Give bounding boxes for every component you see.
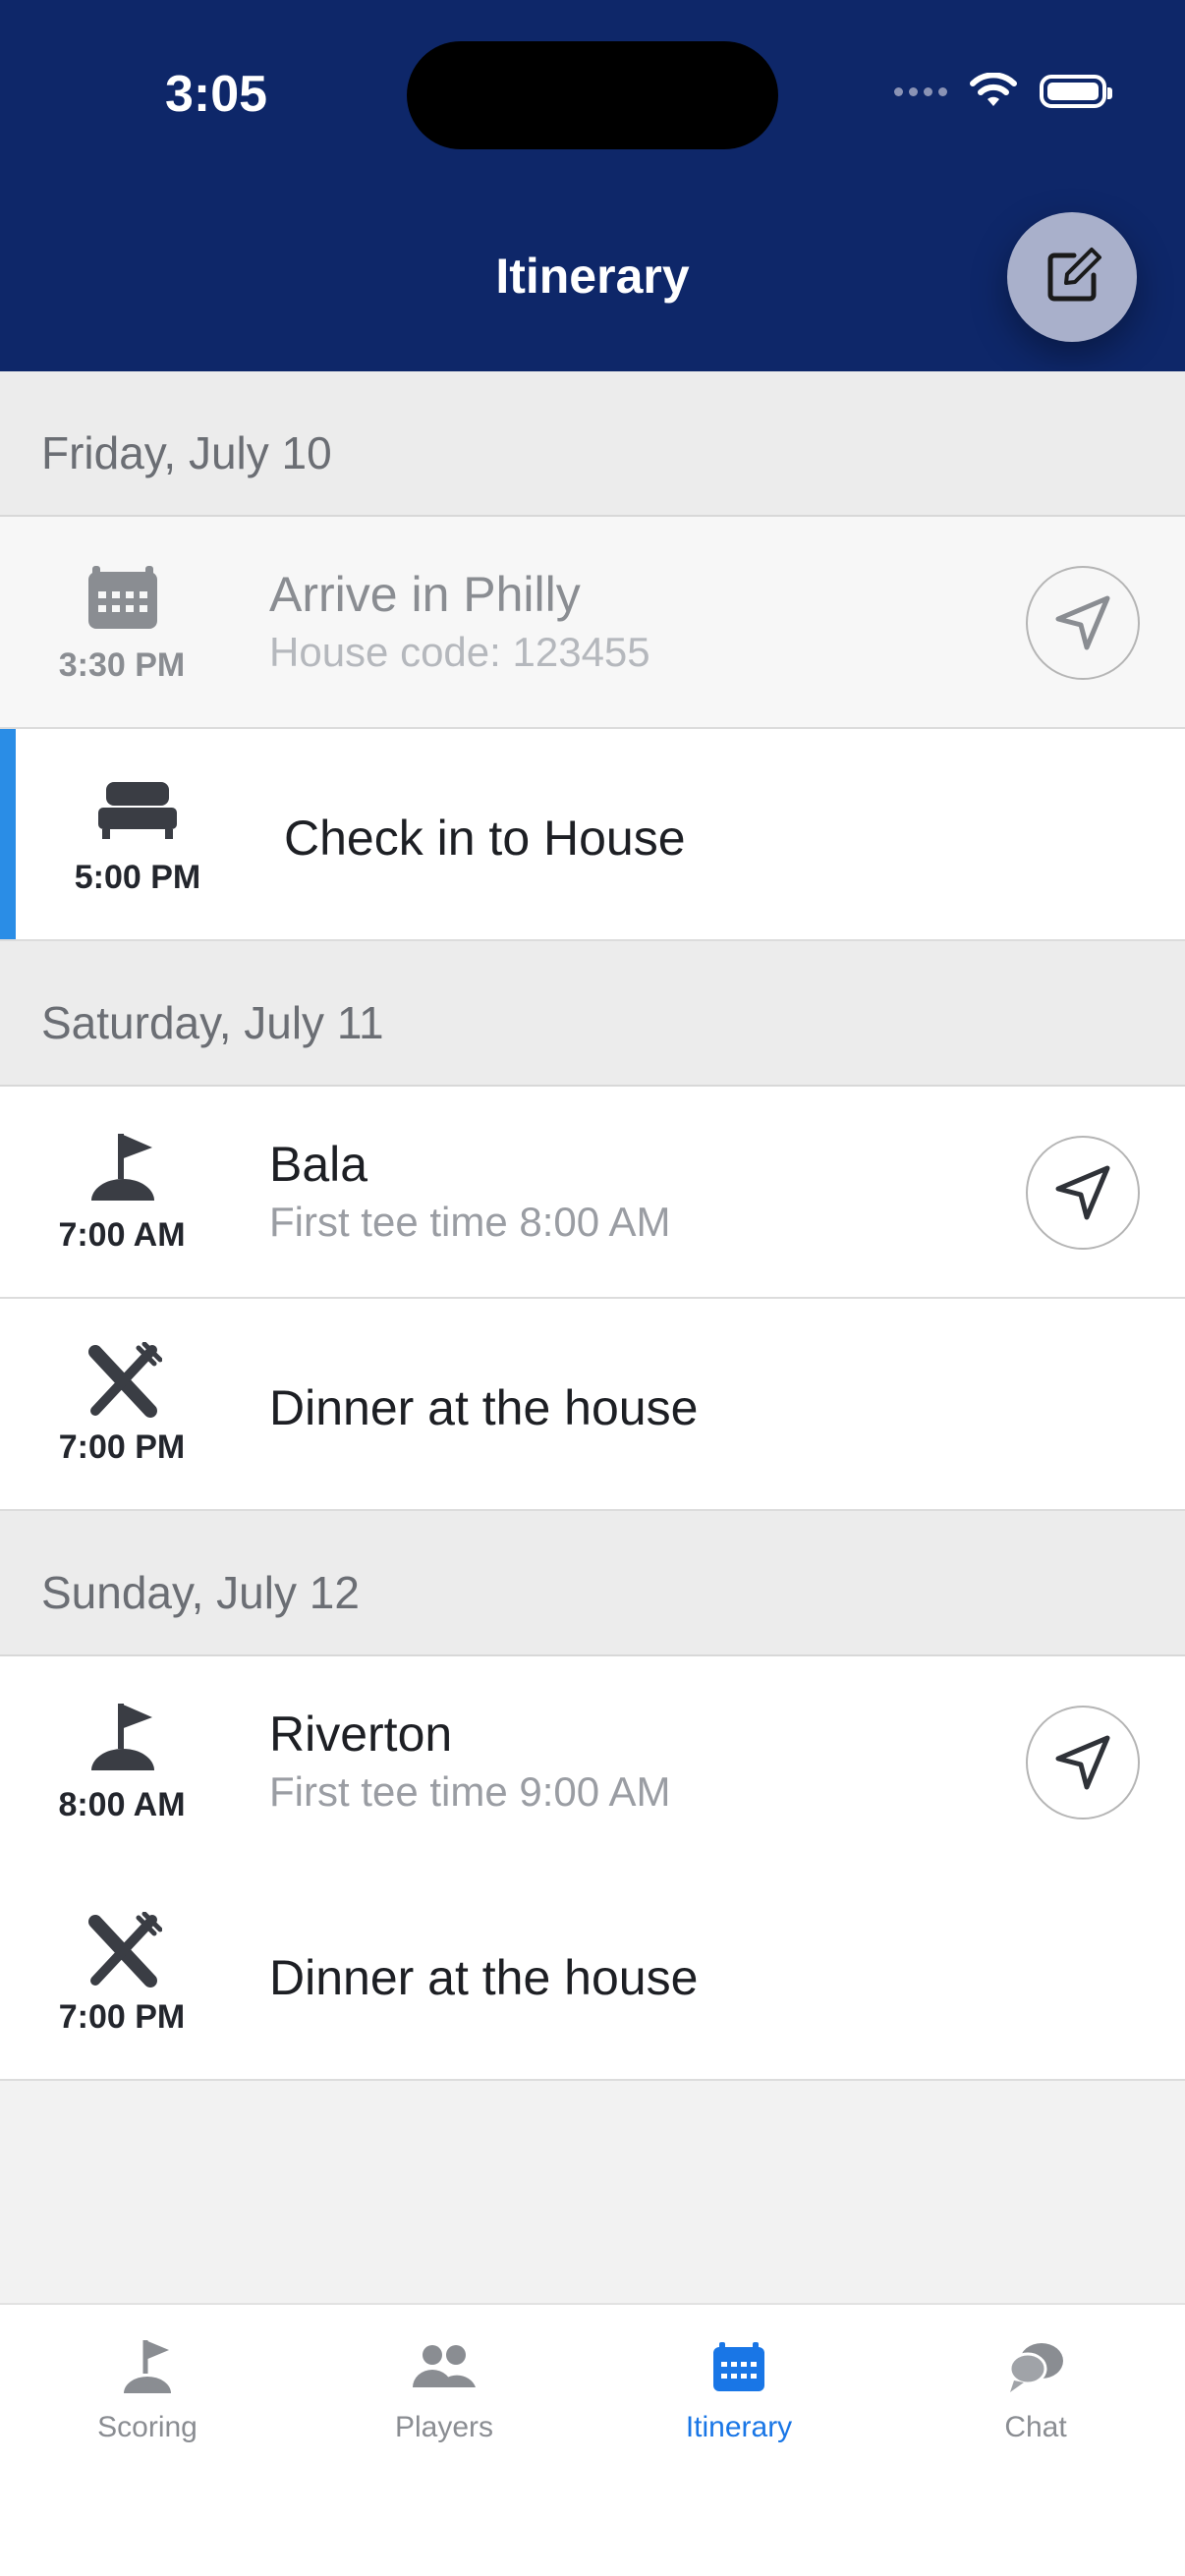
current-item-indicator bbox=[0, 729, 16, 939]
item-time: 8:00 AM bbox=[58, 1786, 186, 1823]
tab-label: Itinerary bbox=[685, 2411, 793, 2443]
item-title: Dinner at the house bbox=[269, 1380, 699, 1435]
item-title: Arrive in Philly bbox=[269, 567, 581, 622]
item-title: Dinner at the house bbox=[269, 1950, 699, 2005]
navigation-arrow-icon bbox=[1055, 1165, 1110, 1220]
dynamic-island bbox=[407, 41, 778, 149]
itinerary-item[interactable]: 7:00 PM Dinner at the house bbox=[0, 1299, 1185, 1511]
bed-icon bbox=[93, 772, 182, 851]
item-title: Riverton bbox=[269, 1707, 453, 1762]
section-header-friday: Friday, July 10 bbox=[0, 371, 1185, 517]
itinerary-item[interactable]: 8:00 AM Riverton First tee time 9:00 AM bbox=[0, 1656, 1185, 1869]
calendar-icon bbox=[79, 560, 167, 639]
section-date: Saturday, July 11 bbox=[41, 997, 384, 1048]
itinerary-item[interactable]: 7:00 AM Bala First tee time 8:00 AM bbox=[0, 1087, 1185, 1299]
item-time: 7:00 PM bbox=[58, 1428, 186, 1466]
item-title: Check in to House bbox=[284, 811, 686, 866]
item-time: 7:00 AM bbox=[58, 1216, 186, 1254]
section-date: Sunday, July 12 bbox=[41, 1567, 360, 1618]
tab-label: Scoring bbox=[97, 2411, 198, 2443]
golf-flag-icon bbox=[79, 1700, 167, 1778]
section-header-sunday: Sunday, July 12 bbox=[0, 1511, 1185, 1656]
utensils-icon bbox=[79, 1912, 167, 1990]
golf-flag-icon bbox=[29, 2332, 265, 2401]
item-subtitle: First tee time 8:00 AM bbox=[269, 1199, 671, 1245]
navigation-arrow-icon bbox=[1055, 1735, 1110, 1790]
itinerary-item[interactable]: 5:00 PM Check in to House bbox=[0, 729, 1185, 941]
calendar-icon bbox=[621, 2332, 857, 2401]
tab-label: Players bbox=[394, 2411, 494, 2443]
itinerary-item[interactable]: 7:00 PM Dinner at the house bbox=[0, 1869, 1185, 2081]
tab-players[interactable]: Players bbox=[326, 2332, 562, 2444]
edit-icon bbox=[1047, 248, 1101, 302]
navigation-arrow-icon bbox=[1055, 595, 1110, 650]
status-time: 3:05 bbox=[165, 66, 268, 123]
battery-icon bbox=[1040, 75, 1112, 108]
status-icons bbox=[894, 73, 1112, 110]
tab-chat[interactable]: Chat bbox=[918, 2332, 1154, 2444]
directions-button[interactable] bbox=[1026, 1136, 1140, 1250]
section-date: Friday, July 10 bbox=[41, 427, 332, 478]
item-subtitle: House code: 123455 bbox=[269, 629, 650, 675]
tab-scoring[interactable]: Scoring bbox=[29, 2332, 265, 2444]
edit-button[interactable] bbox=[1007, 212, 1137, 342]
item-subtitle: First tee time 9:00 AM bbox=[269, 1768, 671, 1815]
tab-label: Chat bbox=[1004, 2411, 1067, 2443]
tab-bar: Scoring Players Itinerary Chat bbox=[0, 2303, 1185, 2576]
golf-flag-icon bbox=[79, 1130, 167, 1208]
item-title: Bala bbox=[269, 1137, 368, 1192]
section-header-saturday: Saturday, July 11 bbox=[0, 941, 1185, 1087]
app-header: 3:05 Itinerary bbox=[0, 0, 1185, 371]
item-time: 7:00 PM bbox=[58, 1998, 186, 2036]
itinerary-item[interactable]: 3:30 PM Arrive in Philly House code: 123… bbox=[0, 517, 1185, 729]
tab-itinerary[interactable]: Itinerary bbox=[621, 2332, 857, 2444]
wifi-icon bbox=[970, 73, 1017, 106]
utensils-icon bbox=[79, 1342, 167, 1421]
directions-button[interactable] bbox=[1026, 566, 1140, 680]
cellular-signal-icon bbox=[894, 86, 947, 96]
item-time: 5:00 PM bbox=[74, 859, 201, 896]
people-icon bbox=[326, 2332, 562, 2401]
directions-button[interactable] bbox=[1026, 1706, 1140, 1820]
chat-icon bbox=[918, 2332, 1154, 2401]
item-time: 3:30 PM bbox=[58, 646, 186, 684]
